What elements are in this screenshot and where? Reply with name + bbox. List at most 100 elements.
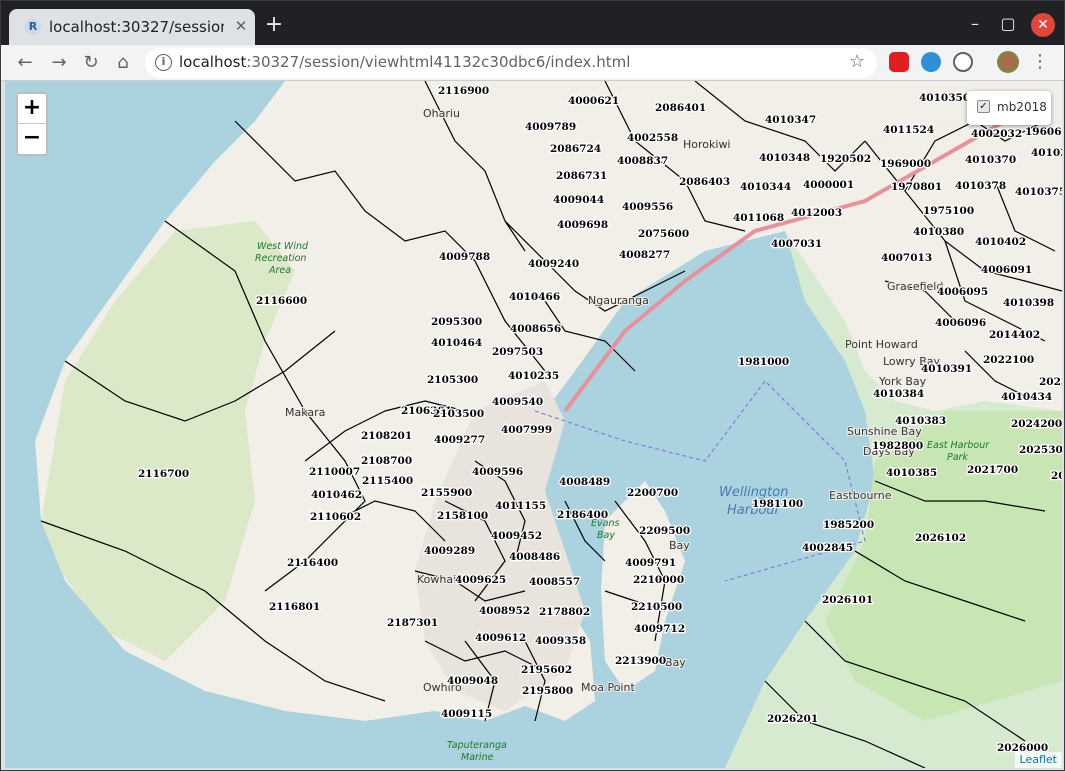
- meshblock-label: 2110602: [310, 511, 361, 523]
- meshblock-label: 4009596: [472, 466, 523, 478]
- maximize-icon[interactable]: ▢: [996, 13, 1020, 37]
- park-taputeranga-2: Marine: [461, 752, 494, 763]
- meshblock-label: 2213900: [615, 655, 666, 667]
- leaflet-attribution[interactable]: Leaflet: [1014, 752, 1062, 768]
- meshblock-label: 4009612: [475, 632, 526, 644]
- meshblock-label: 4010350: [919, 92, 970, 104]
- meshblock-label: 4000001: [803, 179, 854, 191]
- meshblock-label: 1970801: [891, 181, 942, 193]
- meshblock-label: 4006096: [935, 317, 986, 329]
- info-icon[interactable]: i: [155, 54, 172, 71]
- meshblock-label: 1985200: [823, 519, 874, 531]
- meshblock-label: 4007031: [771, 238, 822, 250]
- close-window-icon[interactable]: ✕: [1031, 13, 1055, 37]
- meshblock-label: 4010398: [1003, 297, 1054, 309]
- r-logo-icon: R: [25, 19, 41, 35]
- meshblock-label: 2108201: [361, 430, 412, 442]
- zoom-in-button[interactable]: +: [18, 94, 46, 124]
- place-makara: Makara: [285, 406, 325, 419]
- adblock-extension-icon[interactable]: [889, 52, 909, 72]
- meshblock-label: 2158100: [437, 510, 488, 522]
- meshblock-label: 2086403: [679, 176, 730, 188]
- meshblock-label: 2116801: [269, 601, 320, 613]
- meshblock-label: 4008952: [479, 605, 530, 617]
- meshblock-label: 1969000: [880, 158, 931, 170]
- reload-icon[interactable]: ↻: [79, 51, 103, 75]
- url-path: :30327/session/viewhtml41132c30dbc6/inde…: [246, 53, 631, 71]
- meshblock-label: 2209500: [639, 525, 690, 537]
- meshblock-label: 4009788: [439, 251, 490, 263]
- meshblock-label: 2103500: [433, 408, 484, 420]
- meshblock-label: 2116700: [138, 468, 189, 480]
- meshblock-label: 4009240: [528, 258, 579, 270]
- meshblock-label: 2023: [1039, 376, 1062, 388]
- meshblock-label: 4009540: [492, 396, 543, 408]
- meshblock-label: 4000621: [568, 95, 619, 107]
- meshblock-label: 2200700: [627, 487, 678, 499]
- place-ohariu: Ohariu: [423, 107, 460, 120]
- browser-toolbar: ← → ↻ ⌂ i localhost:30327/session/viewht…: [1, 45, 1064, 81]
- url-text: localhost:30327/session/viewhtml41132c30…: [179, 53, 630, 71]
- meshblock-label: 1981100: [752, 498, 803, 510]
- kebab-menu-icon[interactable]: ⋮: [1031, 51, 1049, 75]
- meshblock-label: 4010375: [1015, 186, 1062, 198]
- park-west-wind-2: Recreation: [255, 253, 306, 264]
- place-eastbourne: Eastbourne: [829, 489, 892, 502]
- meshblock-label: 4010370: [965, 154, 1016, 166]
- new-tab-button[interactable]: +: [263, 14, 285, 37]
- meshblock-label: 1975100: [923, 205, 974, 217]
- meshblock-label: 2026102: [915, 532, 966, 544]
- meshblock-label: 2186400: [557, 509, 608, 521]
- profile-avatar[interactable]: [997, 51, 1019, 73]
- meshblock-label: 4009698: [557, 219, 608, 231]
- meshblock-label: 1982800: [872, 440, 923, 452]
- meshblock-label: 2025300: [1019, 444, 1062, 456]
- park-evans-2: Bay: [597, 530, 615, 541]
- meshblock-label: 4002845: [802, 542, 853, 554]
- address-bar[interactable]: i localhost:30327/session/viewhtml41132c…: [145, 48, 877, 78]
- meshblock-label: 2075600: [638, 228, 689, 240]
- tab-strip: R localhost:30327/session/v ✕ + – ▢ ✕: [1, 1, 1064, 45]
- forward-arrow-icon[interactable]: →: [47, 51, 71, 75]
- meshblock-label: 4010380: [913, 226, 964, 238]
- bookmark-star-icon[interactable]: ☆: [849, 51, 865, 72]
- place-kowhai: Kowhai: [417, 573, 456, 586]
- minimize-icon[interactable]: –: [963, 13, 987, 37]
- meshblock-label: 2026201: [767, 713, 818, 725]
- zoom-control: + −: [16, 92, 48, 156]
- meshblock-label: 4009358: [535, 635, 586, 647]
- place-york-bay: York Bay: [878, 375, 927, 388]
- meshblock-label: 4009789: [525, 121, 576, 133]
- meshblock-label: 4009556: [622, 201, 673, 213]
- meshblock-label: 2024200: [1011, 418, 1062, 430]
- browser-tab[interactable]: R localhost:30327/session/v ✕: [9, 9, 255, 45]
- meshblock-label: 2105300: [427, 374, 478, 386]
- east-harbour-park: [825, 411, 1062, 721]
- meshblock-label: 4008837: [617, 155, 668, 167]
- browser-window: R localhost:30327/session/v ✕ + – ▢ ✕ ← …: [0, 0, 1065, 771]
- globe-extension-icon[interactable]: [921, 52, 941, 72]
- meshblock-label: 2116600: [256, 295, 307, 307]
- layer-checkbox[interactable]: ✓: [977, 100, 990, 113]
- park-east-harbour-1: East Harbour: [927, 440, 990, 451]
- meshblock-label: 4010384: [873, 388, 924, 400]
- meshblock-label: 2195800: [522, 685, 573, 697]
- park-taputeranga-1: Taputeranga: [447, 740, 507, 751]
- meshblock-label: 4009791: [625, 557, 676, 569]
- meshblock-label: 4011068: [733, 212, 784, 224]
- meshblock-label: 2210000: [633, 574, 684, 586]
- extension-icon[interactable]: [953, 52, 973, 72]
- meshblock-label: 4002558: [627, 132, 678, 144]
- meshblock-label: 4008656: [510, 323, 561, 335]
- meshblock-label: 4009712: [634, 623, 685, 635]
- meshblock-label: 4008486: [509, 551, 560, 563]
- zoom-out-button[interactable]: −: [18, 124, 46, 154]
- home-icon[interactable]: ⌂: [111, 51, 135, 75]
- place-bay1: Bay: [669, 539, 690, 552]
- meshblock-label: 2025: [1051, 470, 1062, 482]
- meshblock-label: 4012003: [791, 207, 842, 219]
- leaflet-map[interactable]: Ohariu Makara Horokiwi Ngauranga Point H…: [5, 81, 1062, 768]
- tab-close-icon[interactable]: ✕: [231, 16, 251, 36]
- back-arrow-icon[interactable]: ←: [13, 51, 37, 75]
- meshblock-label: 2014402: [989, 329, 1040, 341]
